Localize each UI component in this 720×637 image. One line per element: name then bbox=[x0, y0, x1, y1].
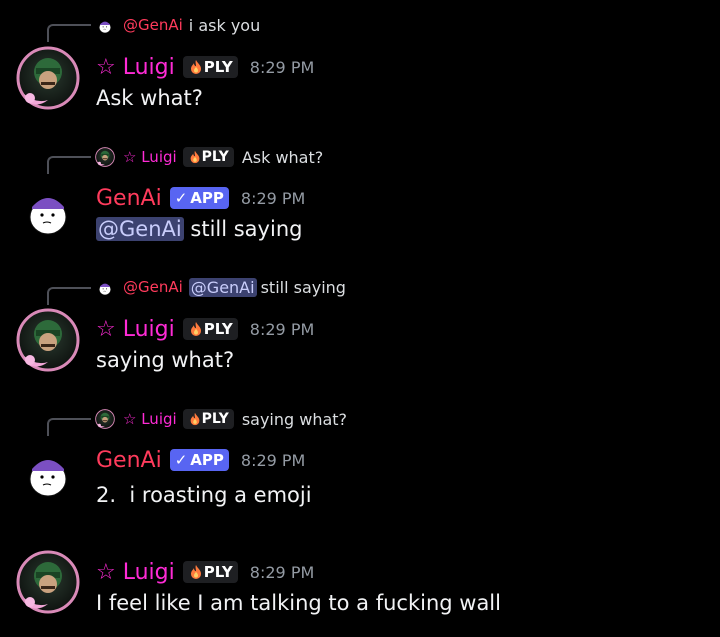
fire-icon bbox=[188, 150, 202, 164]
luigi-avatar[interactable] bbox=[16, 46, 80, 110]
message-content: Ask what? bbox=[96, 86, 203, 110]
author-name[interactable]: ☆ Luigi bbox=[96, 55, 175, 80]
guild-tag[interactable]: PLY bbox=[182, 561, 238, 583]
guild-tag-label: PLY bbox=[203, 58, 233, 76]
fire-icon bbox=[188, 564, 204, 580]
fire-icon bbox=[188, 59, 204, 75]
user-mention[interactable]: @GenAi bbox=[96, 217, 184, 241]
message-content: @GenAi still saying bbox=[96, 217, 302, 241]
reply-mention[interactable]: @GenAi bbox=[188, 277, 257, 297]
reply-author[interactable]: @GenAi bbox=[123, 278, 183, 296]
timestamp[interactable]: 8:29 PM bbox=[250, 563, 314, 582]
guild-tag[interactable]: PLY bbox=[182, 56, 238, 78]
genai-avatar-mini-icon bbox=[95, 277, 115, 297]
reply-connector bbox=[47, 24, 91, 42]
app-badge: ✓ APP bbox=[169, 449, 229, 471]
luigi-avatar-mini-icon bbox=[95, 409, 115, 429]
message-text: still saying bbox=[190, 217, 303, 241]
fire-icon bbox=[188, 321, 204, 337]
reply-connector bbox=[47, 418, 91, 436]
author-name[interactable]: ☆ Luigi bbox=[96, 560, 175, 585]
reply-text: still saying bbox=[260, 277, 346, 297]
app-badge-label: APP bbox=[190, 451, 224, 469]
app-badge: ✓ APP bbox=[169, 187, 229, 209]
luigi-avatar[interactable] bbox=[16, 308, 80, 372]
author-name[interactable]: GenAi bbox=[96, 186, 162, 211]
reply-text: Ask what? bbox=[241, 147, 324, 167]
app-badge-label: APP bbox=[190, 189, 224, 207]
check-icon: ✓ bbox=[174, 451, 188, 469]
reply-text: i ask you bbox=[188, 15, 261, 35]
message-content: I feel like I am talking to a fucking wa… bbox=[96, 591, 501, 615]
timestamp[interactable]: 8:29 PM bbox=[250, 320, 314, 339]
reply-preview[interactable]: @GenAi i ask you bbox=[95, 14, 260, 36]
reply-preview[interactable]: @GenAi @GenAi still saying bbox=[95, 276, 346, 298]
timestamp[interactable]: 8:29 PM bbox=[241, 189, 305, 208]
message-header: GenAi ✓ APP 8:29 PM bbox=[96, 445, 305, 475]
genai-avatar[interactable] bbox=[16, 439, 80, 503]
message-content: saying what? bbox=[96, 348, 235, 372]
reply-preview[interactable]: ☆ Luigi PLY saying what? bbox=[95, 408, 347, 430]
message-content: 2. i roasting a emoji bbox=[96, 483, 312, 507]
reply-connector bbox=[47, 287, 91, 305]
genai-avatar[interactable] bbox=[16, 177, 80, 241]
message-header: ☆ Luigi PLY 8:29 PM bbox=[96, 52, 314, 82]
guild-tag-label: PLY bbox=[203, 563, 233, 581]
timestamp[interactable]: 8:29 PM bbox=[241, 451, 305, 470]
reply-author[interactable]: ☆ Luigi bbox=[123, 148, 177, 166]
reply-guild-tag[interactable]: PLY bbox=[182, 409, 234, 429]
guild-tag-label: PLY bbox=[203, 320, 233, 338]
reply-preview[interactable]: ☆ Luigi PLY Ask what? bbox=[95, 146, 323, 168]
reply-connector bbox=[47, 156, 91, 174]
author-name[interactable]: GenAi bbox=[96, 448, 162, 473]
guild-tag[interactable]: PLY bbox=[182, 318, 238, 340]
message-header: ☆ Luigi PLY 8:29 PM bbox=[96, 314, 314, 344]
reply-guild-tag[interactable]: PLY bbox=[182, 147, 234, 167]
timestamp[interactable]: 8:29 PM bbox=[250, 58, 314, 77]
message-header: GenAi ✓ APP 8:29 PM bbox=[96, 183, 305, 213]
reply-author[interactable]: ☆ Luigi bbox=[123, 410, 177, 428]
reply-guild-tag-label: PLY bbox=[201, 149, 229, 165]
message-header: ☆ Luigi PLY 8:29 PM bbox=[96, 557, 314, 587]
reply-author[interactable]: @GenAi bbox=[123, 16, 183, 34]
luigi-avatar-mini-icon bbox=[95, 147, 115, 167]
fire-icon bbox=[188, 412, 202, 426]
genai-avatar-mini-icon bbox=[95, 15, 115, 35]
reply-text: saying what? bbox=[241, 409, 348, 429]
luigi-avatar[interactable] bbox=[16, 550, 80, 614]
check-icon: ✓ bbox=[174, 189, 188, 207]
author-name[interactable]: ☆ Luigi bbox=[96, 317, 175, 342]
reply-guild-tag-label: PLY bbox=[201, 411, 229, 427]
